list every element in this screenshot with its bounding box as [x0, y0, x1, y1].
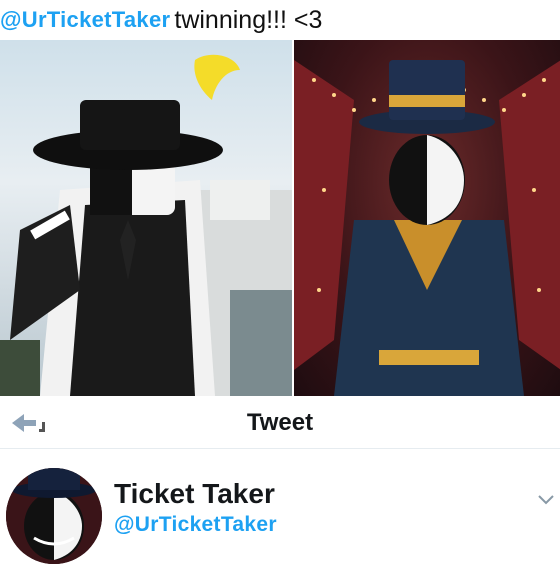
caption-text: twinning!!! <3 [174, 5, 323, 34]
tweet-author: Ticket Taker @UrTicketTaker [0, 460, 560, 564]
tweet-header: Tweet [0, 398, 560, 449]
tweet-media[interactable] [0, 40, 560, 396]
avatar[interactable] [6, 468, 102, 564]
media-image-left[interactable] [0, 40, 292, 396]
page-title: Tweet [246, 409, 314, 436]
chevron-down-icon [538, 495, 554, 505]
more-options-button[interactable] [536, 490, 556, 510]
tweet-caption: @UrTicketTaker twinning!!! <3 [0, 0, 560, 40]
author-name[interactable]: Ticket Taker [114, 478, 275, 510]
caption-handle[interactable]: @UrTicketTaker [0, 7, 170, 33]
media-image-right[interactable] [293, 40, 560, 396]
author-handle[interactable]: @UrTicketTaker [114, 513, 277, 537]
